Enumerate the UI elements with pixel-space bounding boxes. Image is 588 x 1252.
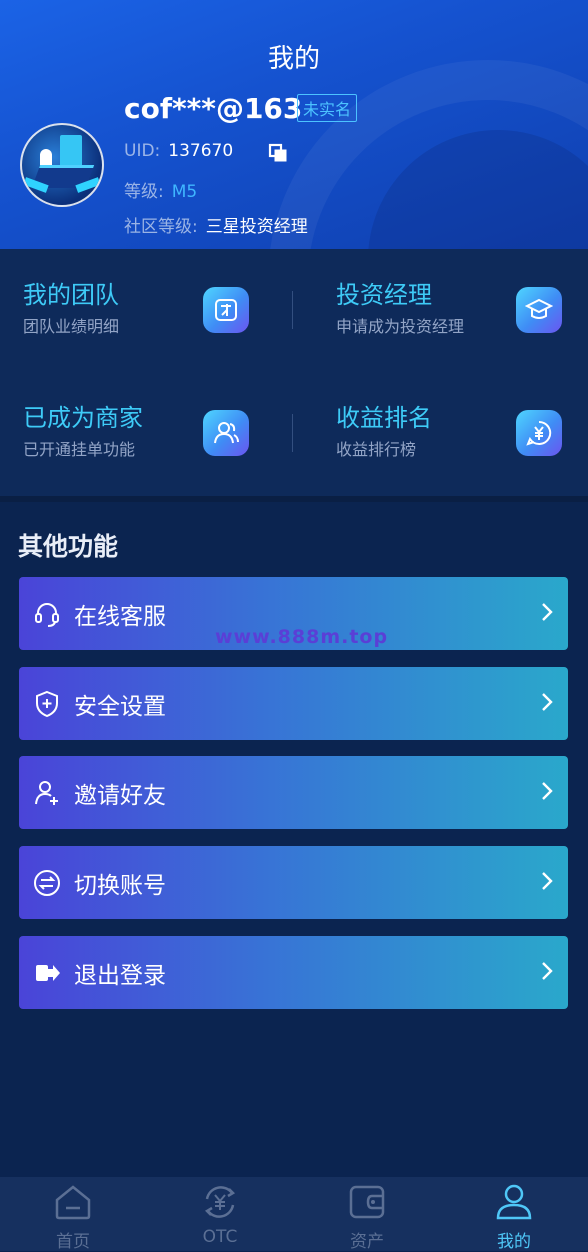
section-divider xyxy=(0,496,588,502)
feature-grid: 我的团队 团队业绩明细 投资经理 申请成为投资经理 已成为商家 已开通挂单功能 … xyxy=(0,249,588,496)
graduation-cap-icon xyxy=(516,287,562,333)
grid-item-earnings-ranking[interactable]: 收益排名 收益排行榜 xyxy=(336,398,588,488)
menu-item-label: 在线客服 xyxy=(74,604,166,630)
profile-header: 我的 cof***@163 未实名 UID: 137670 等级: M5 社区等级:… xyxy=(0,0,588,249)
level-label: 等级: xyxy=(124,182,164,202)
uid-value: 137670 xyxy=(168,141,234,161)
merchant-users-icon xyxy=(203,410,249,456)
grid-item-subtitle: 已开通挂单功能 xyxy=(23,440,136,459)
menu-item-logout[interactable]: 退出登录 xyxy=(19,936,568,1009)
page-title: 我的 xyxy=(267,44,320,74)
copy-icon[interactable] xyxy=(268,143,288,163)
add-user-icon xyxy=(35,781,58,805)
grid-item-subtitle: 团队业绩明细 xyxy=(23,317,120,336)
home-icon xyxy=(55,1185,91,1220)
tab-home[interactable]: 首页 xyxy=(13,1177,133,1252)
grid-item-investment-manager[interactable]: 投资经理 申请成为投资经理 xyxy=(336,275,588,365)
grid-item-title: 收益排名 xyxy=(336,404,432,432)
watermark: www.888m.top xyxy=(215,626,389,648)
menu-item-label: 切换账号 xyxy=(74,873,166,899)
tab-label: 首页 xyxy=(56,1232,90,1252)
profile-icon xyxy=(496,1184,532,1220)
bottom-tab-bar: 首页 OTC 资产 我的 xyxy=(0,1177,588,1252)
uid-label: UID: xyxy=(124,141,161,161)
grid-item-title: 投资经理 xyxy=(336,281,432,309)
community-level-label: 社区等级: xyxy=(124,217,198,237)
grid-item-subtitle: 申请成为投资经理 xyxy=(336,317,465,336)
grid-item-title: 已成为商家 xyxy=(23,404,143,432)
menu-item-security-settings[interactable]: 安全设置 xyxy=(19,667,568,740)
tab-profile[interactable]: 我的 xyxy=(454,1177,574,1252)
menu-item-label: 邀请好友 xyxy=(74,783,166,809)
otc-exchange-icon xyxy=(204,1186,236,1218)
menu-item-switch-account[interactable]: 切换账号 xyxy=(19,846,568,919)
grid-item-subtitle: 收益排行榜 xyxy=(336,440,417,459)
yen-ranking-icon xyxy=(516,410,562,456)
chevron-right-icon xyxy=(542,693,553,711)
username: cof***@163 xyxy=(124,92,303,125)
menu-item-label: 安全设置 xyxy=(74,694,166,720)
community-level-row: 社区等级: 三星投资经理 xyxy=(124,212,308,237)
section-title: 其他功能 xyxy=(18,532,119,561)
logout-icon xyxy=(36,965,60,981)
verification-badge[interactable]: 未实名 xyxy=(297,94,358,122)
menu-item-label: 退出登录 xyxy=(74,963,166,989)
tab-assets[interactable]: 资产 xyxy=(307,1177,427,1252)
tab-label: 我的 xyxy=(497,1232,531,1252)
community-level-value: 三星投资经理 xyxy=(205,217,308,237)
level-value: M5 xyxy=(171,182,198,202)
team-icon xyxy=(203,287,249,333)
menu-item-invite-friends[interactable]: 邀请好友 xyxy=(19,756,568,829)
switch-icon xyxy=(34,870,60,896)
tab-label: 资产 xyxy=(350,1232,384,1252)
divider xyxy=(292,291,293,329)
avatar[interactable] xyxy=(20,123,104,207)
headset-icon xyxy=(35,603,59,627)
wallet-icon xyxy=(349,1185,385,1219)
grid-item-my-team[interactable]: 我的团队 团队业绩明细 xyxy=(23,275,283,365)
shield-icon xyxy=(36,690,58,718)
divider xyxy=(292,414,293,452)
uid-row: UID: 137670 xyxy=(124,141,233,161)
grid-item-title: 我的团队 xyxy=(23,281,119,309)
tab-otc[interactable]: OTC xyxy=(160,1177,280,1251)
level-row: 等级: M5 xyxy=(124,177,197,202)
chevron-right-icon xyxy=(542,872,553,890)
grid-item-merchant[interactable]: 已成为商家 已开通挂单功能 xyxy=(23,398,283,488)
chevron-right-icon xyxy=(542,782,553,800)
chevron-right-icon xyxy=(542,962,553,980)
tab-label: OTC xyxy=(202,1227,238,1247)
chevron-right-icon xyxy=(542,603,553,621)
